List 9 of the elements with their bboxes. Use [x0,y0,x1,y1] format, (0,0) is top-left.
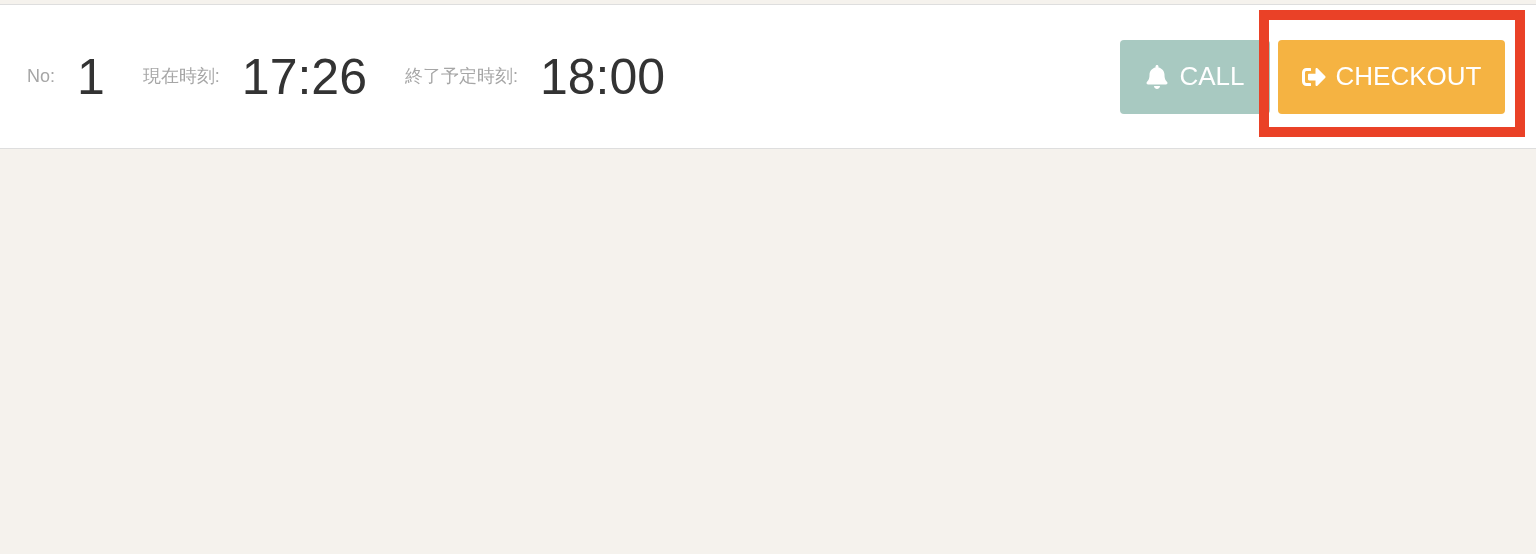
field-label: 現在時刻: [142,65,220,88]
field-value: 1 [77,51,105,102]
field-label: 終了予定時刻: [404,65,518,88]
field-value: 17:26 [241,51,367,102]
field-label: No: [27,65,55,88]
field-value: 18:00 [540,51,666,102]
checkout-button[interactable]: CHECKOUT [1278,39,1505,114]
bell-icon [1145,64,1170,89]
call-button[interactable]: CALL [1120,39,1270,114]
